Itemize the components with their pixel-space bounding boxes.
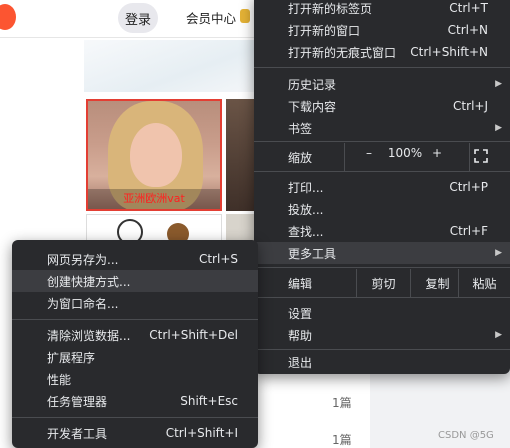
menu-item-label: 打开新的窗口	[288, 23, 361, 38]
menu-item-print[interactable]: 打印... Ctrl+P	[254, 176, 510, 198]
menu-item-exit[interactable]: 退出	[254, 351, 510, 373]
paste-button[interactable]: 粘贴	[458, 269, 510, 297]
menu-item-downloads[interactable]: 下载内容 Ctrl+J	[254, 95, 510, 117]
menu-item-shortcut: Ctrl+Shift+I	[165, 426, 238, 440]
menu-item-extensions[interactable]: 扩展程序	[12, 346, 258, 368]
vip-center-link[interactable]: 会员中心	[186, 8, 236, 27]
menu-item-shortcut: Ctrl+N	[447, 23, 488, 37]
cut-button[interactable]: 剪切	[356, 269, 410, 297]
chevron-right-icon: ▶	[495, 123, 502, 133]
menu-divider	[254, 349, 510, 350]
menu-item-settings[interactable]: 设置	[254, 302, 510, 324]
menu-item-label: 开发者工具	[47, 426, 108, 441]
zoom-in-button[interactable]: +	[429, 146, 445, 160]
menu-divider	[254, 267, 510, 268]
menu-item-shortcut: Ctrl+Shift+N	[410, 45, 488, 59]
menu-item-history[interactable]: 历史记录 ▶	[254, 73, 510, 95]
menu-item-label: 投放...	[288, 202, 324, 217]
menu-item-shortcut: Ctrl+P	[449, 180, 488, 194]
menu-item-label: 设置	[288, 306, 313, 321]
article-thumbnail[interactable]: 亚洲欧洲vat	[86, 99, 222, 211]
edit-label: 编辑	[288, 277, 313, 291]
menu-item-clear-browsing-data[interactable]: 清除浏览数据... Ctrl+Shift+Del	[12, 324, 258, 346]
menu-item-label: 书签	[288, 121, 313, 136]
thumbnail-face	[130, 123, 182, 187]
menu-item-label: 任务管理器	[47, 394, 108, 409]
menu-item-shortcut: Shift+Esc	[180, 394, 238, 408]
menu-item-create-shortcut[interactable]: 创建快捷方式...	[12, 270, 258, 292]
menu-item-shortcut: Ctrl+S	[198, 252, 238, 266]
thumbnail-caption: 亚洲欧洲vat	[88, 189, 220, 209]
menu-item-label: 查找...	[288, 224, 324, 239]
menu-item-label: 清除浏览数据...	[47, 328, 131, 343]
more-tools-submenu: 网页另存为... Ctrl+S 创建快捷方式... 为窗口命名... 清除浏览数…	[12, 240, 258, 448]
zoom-level: 100%	[387, 146, 423, 160]
zoom-row: 缩放 – 100% +	[254, 143, 510, 171]
menu-item-save-page-as[interactable]: 网页另存为... Ctrl+S	[12, 248, 258, 270]
chevron-right-icon: ▶	[495, 248, 502, 258]
menu-item-label: 性能	[47, 372, 72, 387]
menu-item-performance[interactable]: 性能	[12, 368, 258, 390]
menu-item-label: 帮助	[288, 328, 313, 343]
menu-item-label: 创建快捷方式...	[47, 274, 131, 289]
menu-divider	[254, 67, 510, 68]
menu-item-help[interactable]: 帮助 ▶	[254, 324, 510, 346]
menu-item-label: 更多工具	[288, 246, 337, 261]
menu-item-name-window[interactable]: 为窗口命名...	[12, 292, 258, 314]
copy-button[interactable]: 复制	[410, 269, 464, 297]
watermark: CSDN @5G	[438, 430, 494, 441]
site-logo[interactable]	[0, 4, 16, 30]
menu-item-label: 打开新的标签页	[288, 1, 373, 16]
menu-item-label: 下载内容	[288, 99, 337, 114]
menu-item-shortcut: Ctrl+J	[453, 99, 488, 113]
menu-item-label: 扩展程序	[47, 350, 96, 365]
article-count: 1篇	[332, 396, 352, 410]
menu-item-cast[interactable]: 投放...	[254, 198, 510, 220]
menu-item-bookmarks[interactable]: 书签 ▶	[254, 117, 510, 139]
zoom-controls: – 100% +	[344, 143, 470, 171]
fullscreen-icon[interactable]	[474, 149, 488, 163]
menu-item-new-incognito-window[interactable]: 打开新的无痕式窗口 Ctrl+Shift+N	[254, 41, 510, 63]
browser-main-menu: 打开新的标签页 Ctrl+T 打开新的窗口 Ctrl+N 打开新的无痕式窗口 C…	[254, 0, 510, 374]
menu-item-shortcut: Ctrl+T	[449, 1, 488, 15]
menu-divider	[12, 319, 258, 320]
menu-item-label: 网页另存为...	[47, 252, 119, 267]
menu-item-developer-tools[interactable]: 开发者工具 Ctrl+Shift+I	[12, 422, 258, 444]
menu-item-shortcut: Ctrl+F	[449, 224, 488, 238]
menu-item-label: 为窗口命名...	[47, 296, 119, 311]
menu-divider	[254, 297, 510, 298]
article-count: 1篇	[332, 433, 352, 447]
edit-row: 编辑 剪切 复制 粘贴	[254, 269, 510, 297]
menu-item-shortcut: Ctrl+Shift+Del	[149, 328, 238, 342]
menu-divider	[254, 171, 510, 172]
menu-item-label: 打印...	[288, 180, 324, 195]
zoom-out-button[interactable]: –	[361, 146, 377, 160]
banner-image	[84, 40, 264, 92]
vip-gift-icon	[240, 9, 250, 23]
menu-item-label: 历史记录	[288, 77, 337, 92]
article-thumbnail[interactable]	[226, 99, 256, 211]
zoom-label: 缩放	[288, 151, 313, 165]
menu-item-new-tab[interactable]: 打开新的标签页 Ctrl+T	[254, 0, 510, 19]
login-button[interactable]: 登录	[118, 3, 158, 33]
chevron-right-icon: ▶	[495, 79, 502, 89]
menu-divider	[254, 141, 510, 142]
menu-item-label: 打开新的无痕式窗口	[288, 45, 397, 60]
menu-item-task-manager[interactable]: 任务管理器 Shift+Esc	[12, 390, 258, 412]
menu-item-find[interactable]: 查找... Ctrl+F	[254, 220, 510, 242]
menu-divider	[12, 417, 258, 418]
menu-item-more-tools[interactable]: 更多工具 ▶	[254, 242, 510, 264]
chevron-right-icon: ▶	[495, 330, 502, 340]
menu-item-new-window[interactable]: 打开新的窗口 Ctrl+N	[254, 19, 510, 41]
menu-item-label: 退出	[288, 355, 313, 370]
